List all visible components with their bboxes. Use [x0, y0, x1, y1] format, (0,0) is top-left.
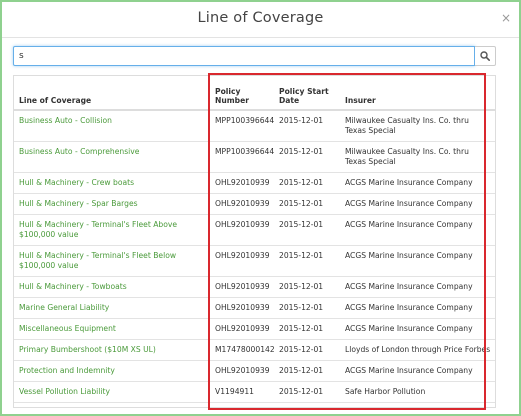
policy-number-cell: MPP100396644 — [210, 141, 274, 173]
insurer-cell: ALMA — [340, 402, 495, 407]
column-header-policy-number[interactable]: Policy Number — [210, 76, 274, 111]
line-of-coverage-cell: Business Auto - Comprehensive — [14, 141, 210, 173]
line-of-coverage-modal: Line of Coverage × Line of Coverage Poli… — [0, 0, 521, 416]
policy-start-date-cell: 2015-12-01 — [274, 276, 340, 298]
policy-number-cell: ALMA0081611 — [210, 402, 274, 407]
line-of-coverage-link[interactable]: Vessel Pollution Liability — [19, 387, 110, 396]
table-row[interactable]: Miscellaneous Equipment OHL92010939 2015… — [14, 318, 495, 340]
line-of-coverage-link[interactable]: Business Auto - Comprehensive — [19, 147, 139, 156]
policy-number-cell: OHL92010939 — [210, 214, 274, 246]
policy-start-date-cell: 2015-12-01 — [274, 141, 340, 173]
insurer-cell: Milwaukee Casualty Ins. Co. thru Texas S… — [340, 141, 495, 173]
line-of-coverage-cell: Business Auto - Collision — [14, 109, 210, 142]
policy-start-date-cell: 2015-12-01 — [274, 381, 340, 403]
line-of-coverage-link[interactable]: Hull & Machinery - Towboats — [19, 282, 127, 291]
coverage-table-container: Line of Coverage Policy Number Policy St… — [13, 75, 496, 408]
table-row[interactable]: Workers Comp ALMA0081611 2015-12-01 ALMA — [14, 402, 495, 407]
table-row[interactable]: Primary Bumbershoot ($10M XS UL) M174780… — [14, 339, 495, 361]
insurer-cell: ACGS Marine Insurance Company — [340, 245, 495, 277]
column-header-insurer[interactable]: Insurer — [340, 76, 495, 111]
table-row[interactable]: Hull & Machinery - Terminal's Fleet Belo… — [14, 245, 495, 277]
policy-start-date-cell: 2015-12-01 — [274, 193, 340, 215]
policy-start-date-cell: 2015-12-01 — [274, 297, 340, 319]
line-of-coverage-link[interactable]: Hull & Machinery - Spar Barges — [19, 199, 138, 208]
policy-number-cell: MPP100396644 — [210, 109, 274, 142]
close-icon[interactable]: × — [501, 11, 511, 25]
policy-start-date-cell: 2015-12-01 — [274, 109, 340, 142]
insurer-cell: ACGS Marine Insurance Company — [340, 193, 495, 215]
column-header-line[interactable]: Line of Coverage — [14, 76, 210, 111]
policy-start-date-cell: 2015-12-01 — [274, 245, 340, 277]
line-of-coverage-cell: Hull & Machinery - Crew boats — [14, 172, 210, 194]
table-row[interactable]: Business Auto - Comprehensive MPP1003966… — [14, 141, 495, 173]
insurer-cell: ACGS Marine Insurance Company — [340, 172, 495, 194]
policy-start-date-cell: 2015-12-01 — [274, 402, 340, 407]
line-of-coverage-cell: Hull & Machinery - Terminal's Fleet Abov… — [14, 214, 210, 246]
line-of-coverage-cell: Marine General Liability — [14, 297, 210, 319]
modal-title: Line of Coverage — [197, 10, 324, 26]
table-row[interactable]: Marine General Liability OHL92010939 201… — [14, 297, 495, 319]
insurer-cell: ACGS Marine Insurance Company — [340, 360, 495, 382]
line-of-coverage-link[interactable]: Protection and Indemnity — [19, 366, 115, 375]
policy-number-cell: OHL92010939 — [210, 297, 274, 319]
line-of-coverage-cell: Miscellaneous Equipment — [14, 318, 210, 340]
line-of-coverage-link[interactable]: Hull & Machinery - Terminal's Fleet Abov… — [19, 220, 177, 239]
policy-number-cell: OHL92010939 — [210, 276, 274, 298]
line-of-coverage-link[interactable]: Hull & Machinery - Crew boats — [19, 178, 134, 187]
line-of-coverage-cell: Workers Comp — [14, 402, 210, 407]
coverage-table: Line of Coverage Policy Number Policy St… — [14, 76, 495, 407]
insurer-cell: Milwaukee Casualty Ins. Co. thru Texas S… — [340, 109, 495, 142]
insurer-cell: ACGS Marine Insurance Company — [340, 318, 495, 340]
insurer-cell: ACGS Marine Insurance Company — [340, 297, 495, 319]
line-of-coverage-cell: Hull & Machinery - Terminal's Fleet Belo… — [14, 245, 210, 277]
table-header-row: Line of Coverage Policy Number Policy St… — [14, 76, 495, 111]
policy-start-date-cell: 2015-12-01 — [274, 214, 340, 246]
policy-number-cell: M17478000142 — [210, 339, 275, 361]
table-row[interactable]: Hull & Machinery - Crew boats OHL9201093… — [14, 172, 495, 194]
policy-number-cell: V1194911 — [210, 381, 274, 403]
policy-number-cell: OHL92010939 — [210, 172, 274, 194]
policy-number-cell: OHL92010939 — [210, 245, 274, 277]
policy-start-date-cell: 2015-12-01 — [274, 172, 340, 194]
policy-start-date-cell: 2015-12-01 — [274, 318, 340, 340]
line-of-coverage-cell: Primary Bumbershoot ($10M XS UL) — [14, 339, 210, 361]
modal-header: Line of Coverage × — [2, 2, 519, 38]
search-input[interactable] — [13, 46, 475, 66]
table-row[interactable]: Hull & Machinery - Towboats OHL92010939 … — [14, 276, 495, 298]
search-button[interactable] — [475, 46, 496, 66]
table-row[interactable]: Protection and Indemnity OHL92010939 201… — [14, 360, 495, 382]
insurer-cell: Lloyds of London through Price Forbes — [340, 339, 495, 361]
table-row[interactable]: Hull & Machinery - Terminal's Fleet Abov… — [14, 214, 495, 246]
search-bar — [13, 46, 496, 66]
table-row[interactable]: Hull & Machinery - Spar Barges OHL920109… — [14, 193, 495, 215]
policy-start-date-cell: 2015-12-01 — [274, 360, 340, 382]
table-row[interactable]: Business Auto - Collision MPP100396644 2… — [14, 109, 495, 142]
line-of-coverage-cell: Hull & Machinery - Spar Barges — [14, 193, 210, 215]
line-of-coverage-link[interactable]: Business Auto - Collision — [19, 116, 112, 125]
line-of-coverage-link[interactable]: Marine General Liability — [19, 303, 109, 312]
line-of-coverage-cell: Protection and Indemnity — [14, 360, 210, 382]
insurer-cell: Safe Harbor Pollution — [340, 381, 495, 403]
policy-number-cell: OHL92010939 — [210, 360, 274, 382]
line-of-coverage-link[interactable]: Hull & Machinery - Terminal's Fleet Belo… — [19, 251, 176, 270]
line-of-coverage-link[interactable]: Miscellaneous Equipment — [19, 324, 116, 333]
policy-start-date-cell: 2015-12-01 — [274, 339, 340, 361]
line-of-coverage-cell: Vessel Pollution Liability — [14, 381, 210, 403]
insurer-cell: ACGS Marine Insurance Company — [340, 214, 495, 246]
insurer-cell: ACGS Marine Insurance Company — [340, 276, 495, 298]
table-body: Business Auto - Collision MPP100396644 2… — [14, 109, 495, 407]
policy-number-cell: OHL92010939 — [210, 318, 274, 340]
line-of-coverage-link[interactable]: Primary Bumbershoot ($10M XS UL) — [19, 345, 156, 354]
table-row[interactable]: Vessel Pollution Liability V1194911 2015… — [14, 381, 495, 403]
search-icon — [480, 51, 490, 61]
line-of-coverage-cell: Hull & Machinery - Towboats — [14, 276, 210, 298]
column-header-policy-start-date[interactable]: Policy Start Date — [274, 76, 340, 111]
policy-number-cell: OHL92010939 — [210, 193, 274, 215]
